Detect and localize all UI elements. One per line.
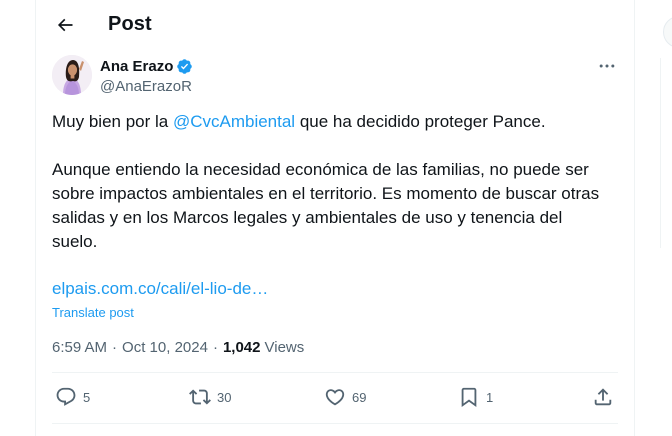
like-count: 69	[352, 389, 367, 405]
arrow-left-icon	[57, 18, 73, 32]
meta-separator: ·	[212, 338, 218, 356]
more-options-button[interactable]	[592, 55, 622, 77]
display-name-row: Ana Erazo	[100, 56, 193, 76]
tweet-author: Ana Erazo @AnaErazoR	[52, 55, 622, 99]
page-title: Post	[108, 13, 152, 35]
verified-badge-icon[interactable]	[176, 58, 193, 75]
reply-count: 5	[83, 389, 91, 405]
like-button[interactable]: 69	[324, 384, 366, 410]
views-count: 1,042	[222, 338, 261, 356]
tweet-text: Muy bien por la @CvcAmbiental que ha dec…	[52, 110, 612, 254]
page-header: Post	[36, 0, 634, 52]
column-border-left	[35, 0, 36, 436]
display-name[interactable]: Ana Erazo	[100, 58, 173, 75]
external-link[interactable]: elpais.com.co/cali/el-lio-de…	[52, 277, 268, 301]
bookmark-count: 1	[486, 389, 494, 405]
left-gutter	[0, 0, 35, 436]
tweet-paragraph-2: Aunque entiendo la necesidad económica d…	[52, 160, 600, 251]
sidebar-panel-edge	[660, 58, 672, 248]
sidebar-search-edge[interactable]	[663, 16, 672, 48]
tweet-paragraph-1: Muy bien por la @CvcAmbiental que ha dec…	[52, 110, 612, 134]
translate-post-link[interactable]: Translate post	[52, 305, 134, 320]
repost-icon	[189, 389, 211, 405]
post-time[interactable]: 6:59 AM	[52, 339, 107, 356]
reply-button[interactable]: 5	[55, 384, 90, 410]
share-button[interactable]	[592, 384, 614, 410]
profile-photo	[52, 55, 92, 95]
divider	[52, 372, 618, 373]
tweet-text-segment: que ha decidido proteger Pance.	[295, 112, 546, 131]
back-button[interactable]	[48, 8, 82, 42]
tweet-text-segment: Muy bien por la	[52, 112, 173, 131]
views-label: Views	[264, 338, 305, 356]
tweet-metadata: 6:59 AM · Oct 10, 2024 · 1,042 Views	[52, 337, 304, 357]
avatar[interactable]	[52, 55, 92, 95]
bookmark-icon	[461, 387, 477, 408]
action-bar: 5 30 69 1	[52, 384, 618, 410]
author-names: Ana Erazo @AnaErazoR	[100, 56, 193, 95]
more-horizontal-icon	[599, 64, 615, 68]
bookmark-button[interactable]: 1	[458, 384, 493, 410]
column-border-right	[634, 0, 635, 436]
reply-icon	[56, 387, 76, 406]
post-date[interactable]: Oct 10, 2024	[122, 339, 208, 356]
repost-count: 30	[217, 389, 232, 405]
repost-button[interactable]: 30	[189, 384, 231, 410]
share-icon	[594, 388, 612, 406]
author-handle[interactable]: @AnaErazoR	[100, 78, 193, 95]
mention-link[interactable]: @CvcAmbiental	[173, 112, 295, 131]
heart-icon	[325, 389, 345, 406]
divider	[52, 423, 618, 424]
meta-separator: ·	[112, 338, 118, 356]
